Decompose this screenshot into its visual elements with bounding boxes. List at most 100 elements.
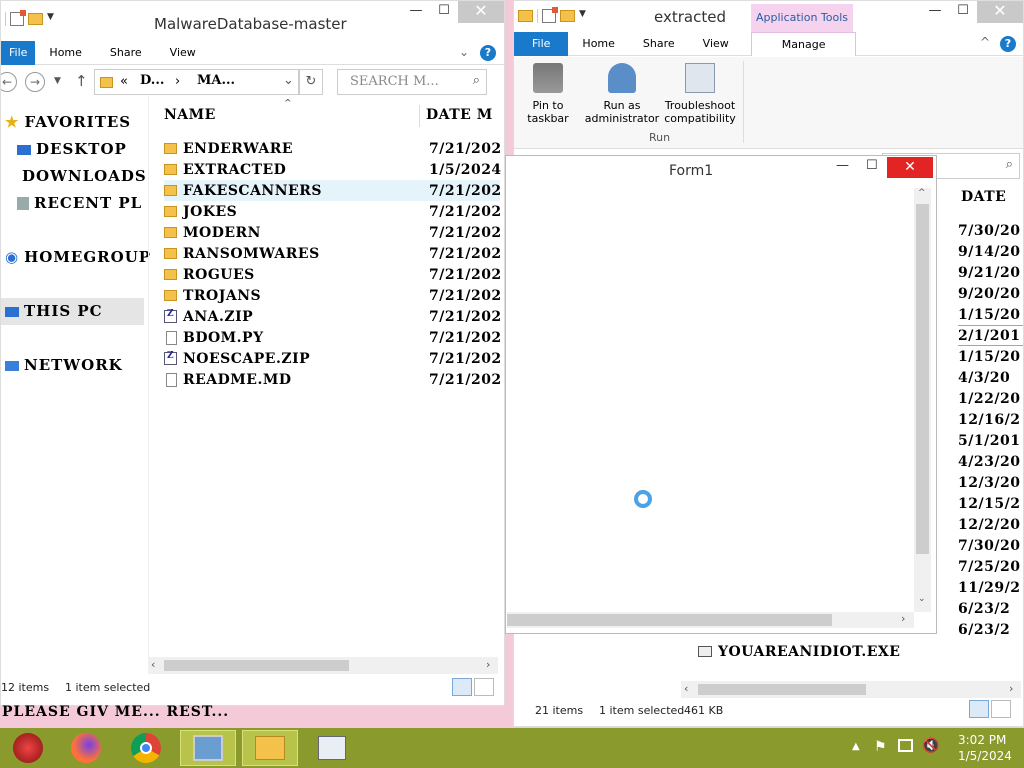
- list-item[interactable]: ENDERWARE 7/21/202: [164, 138, 501, 159]
- list-item[interactable]: ANA.ZIP 7/21/202: [164, 306, 501, 327]
- column-divider[interactable]: [419, 105, 420, 127]
- chevron-down-icon[interactable]: ▼: [579, 9, 589, 23]
- list-item[interactable]: RANSOMWARES 7/21/202: [164, 243, 501, 264]
- start-button[interactable]: [0, 730, 56, 766]
- breadcrumb-overflow[interactable]: «: [120, 74, 128, 89]
- title-bar[interactable]: Form1 — ☐ ✕: [506, 156, 936, 186]
- tab-view[interactable]: View: [156, 41, 210, 65]
- minimize-button[interactable]: —: [836, 158, 849, 173]
- maximize-button[interactable]: ☐: [949, 1, 977, 23]
- list-item[interactable]: README.MD 7/21/202: [164, 369, 501, 390]
- clock-time[interactable]: 3:02 PM: [958, 733, 1006, 747]
- pane-divider[interactable]: [148, 96, 149, 666]
- taskbar-firefox[interactable]: [58, 730, 114, 766]
- refresh-button[interactable]: ↻: [299, 69, 323, 95]
- horizontal-scrollbar[interactable]: ›: [507, 612, 914, 628]
- new-folder-icon[interactable]: [28, 13, 43, 25]
- run-as-administrator-button[interactable]: Run as administrator: [581, 61, 663, 125]
- scroll-thumb[interactable]: [164, 660, 349, 671]
- list-item[interactable]: EXTRACTED 1/5/2024: [164, 159, 501, 180]
- list-item[interactable]: BDOM.PY 7/21/202: [164, 327, 501, 348]
- maximize-button[interactable]: ☐: [866, 158, 878, 173]
- close-button[interactable]: ✕: [458, 1, 504, 23]
- column-date[interactable]: DATE M: [426, 107, 493, 123]
- large-icons-view-button[interactable]: [474, 678, 494, 696]
- show-hidden-icons-icon[interactable]: ▲: [852, 741, 860, 752]
- list-item[interactable]: ROGUES 7/21/202: [164, 264, 501, 285]
- breadcrumb-item[interactable]: D...: [140, 73, 164, 88]
- recent-locations-icon[interactable]: ▼: [54, 76, 61, 86]
- column-name[interactable]: NAME: [164, 107, 216, 123]
- properties-icon[interactable]: [542, 7, 558, 23]
- network-tray-icon[interactable]: [898, 739, 913, 752]
- details-view-button[interactable]: [452, 678, 472, 696]
- up-arrow-icon[interactable]: ↑: [75, 72, 88, 90]
- vertical-scrollbar[interactable]: ^ ⌄: [914, 188, 931, 612]
- title-bar[interactable]: ▼ extracted Application Tools — ☐ ✕: [514, 1, 1023, 32]
- nav-recent-places[interactable]: RECENT PL: [1, 190, 144, 217]
- nav-desktop[interactable]: DESKTOP: [1, 136, 144, 163]
- nav-favorites[interactable]: ★ FAVORITES: [1, 109, 144, 136]
- list-item[interactable]: NOESCAPE.ZIP 7/21/202: [164, 348, 501, 369]
- collapse-ribbon-icon[interactable]: ^: [980, 35, 990, 49]
- tab-share[interactable]: Share: [629, 32, 689, 56]
- scroll-thumb[interactable]: [916, 204, 929, 554]
- tab-home[interactable]: Home: [35, 41, 95, 65]
- tab-share[interactable]: Share: [96, 41, 156, 65]
- horizontal-scrollbar[interactable]: ‹ ›: [681, 681, 1021, 698]
- column-date[interactable]: DATE: [961, 189, 1006, 205]
- nav-downloads[interactable]: DOWNLOADS: [1, 163, 146, 190]
- title-bar[interactable]: ▼ MalwareDatabase-master — ☐ ✕: [1, 1, 504, 39]
- scroll-right-icon[interactable]: ›: [1009, 682, 1013, 695]
- chevron-down-icon[interactable]: ⌄: [283, 73, 294, 88]
- chevron-down-icon[interactable]: ▼: [47, 12, 57, 26]
- breadcrumb-item[interactable]: MA...: [197, 73, 235, 88]
- taskbar-file-explorer[interactable]: [242, 730, 298, 766]
- taskbar-chrome[interactable]: [118, 730, 174, 766]
- troubleshoot-compatibility-button[interactable]: Troubleshoot compatibility: [662, 61, 738, 125]
- scroll-left-icon[interactable]: ‹: [684, 682, 688, 695]
- horizontal-scrollbar[interactable]: ‹ ›: [148, 657, 498, 674]
- form-client-area[interactable]: [507, 188, 915, 612]
- scroll-right-icon[interactable]: ›: [901, 612, 905, 625]
- scroll-down-icon[interactable]: ⌄: [918, 594, 926, 604]
- help-icon[interactable]: ?: [1000, 36, 1016, 52]
- scroll-thumb[interactable]: [507, 614, 832, 626]
- scroll-thumb[interactable]: [698, 684, 866, 695]
- expand-ribbon-icon[interactable]: ⌄: [459, 45, 469, 59]
- volume-muted-icon[interactable]: 🔇: [922, 738, 939, 754]
- large-icons-view-button[interactable]: [991, 700, 1011, 718]
- pin-to-taskbar-button[interactable]: Pin to taskbar: [520, 61, 576, 125]
- taskbar-app[interactable]: [180, 730, 236, 766]
- forward-arrow-icon[interactable]: →: [25, 72, 45, 92]
- list-item[interactable]: FAKESCANNERS 7/21/202: [164, 180, 501, 201]
- nav-this-pc[interactable]: THIS PC: [1, 298, 144, 325]
- scroll-up-icon[interactable]: ^: [918, 188, 926, 198]
- properties-icon[interactable]: [10, 10, 26, 26]
- nav-network[interactable]: NETWORK: [1, 352, 144, 379]
- minimize-button[interactable]: —: [402, 1, 430, 23]
- list-item[interactable]: JOKES 7/21/202: [164, 201, 501, 222]
- scroll-right-icon[interactable]: ›: [486, 658, 490, 671]
- tab-home[interactable]: Home: [568, 32, 628, 56]
- list-item[interactable]: MODERN 7/21/202: [164, 222, 501, 243]
- tab-file[interactable]: File: [514, 31, 569, 56]
- minimize-button[interactable]: —: [921, 1, 949, 23]
- close-button[interactable]: ✕: [887, 157, 933, 178]
- maximize-button[interactable]: ☐: [430, 1, 458, 23]
- search-input[interactable]: SEARCH M...: [350, 74, 439, 89]
- taskbar-task-manager[interactable]: [304, 730, 360, 766]
- back-arrow-icon[interactable]: ←: [1, 72, 17, 92]
- tab-manage[interactable]: Manage: [750, 31, 857, 56]
- nav-homegroup[interactable]: ◉ HOMEGROUP: [1, 244, 150, 271]
- tab-file[interactable]: File: [1, 40, 36, 65]
- search-icon[interactable]: ⌕: [473, 73, 480, 88]
- close-button[interactable]: ✕: [977, 1, 1023, 23]
- action-center-icon[interactable]: ⚑: [874, 739, 887, 755]
- new-folder-icon[interactable]: [560, 10, 575, 22]
- help-icon[interactable]: ?: [480, 45, 496, 61]
- scroll-left-icon[interactable]: ‹: [151, 658, 155, 671]
- list-item[interactable]: TROJANS 7/21/202: [164, 285, 501, 306]
- details-view-button[interactable]: [969, 700, 989, 718]
- search-box[interactable]: SEARCH M... ⌕: [337, 69, 487, 95]
